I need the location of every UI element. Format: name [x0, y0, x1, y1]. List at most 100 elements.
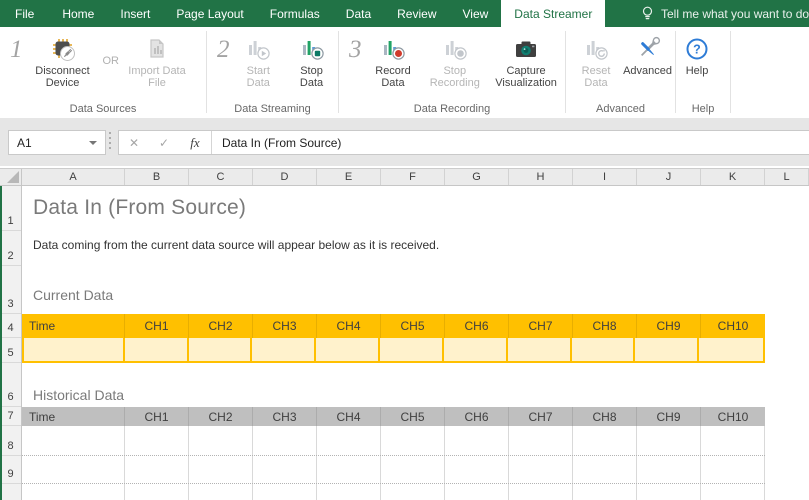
current-value-cell[interactable]: [316, 338, 380, 361]
grid-cell[interactable]: [22, 456, 125, 483]
grid-cell[interactable]: [125, 484, 189, 500]
current-header-ch6[interactable]: CH6: [445, 314, 509, 338]
row-header-2[interactable]: 2: [0, 231, 21, 266]
grid-cell[interactable]: [317, 484, 381, 500]
grid-cell[interactable]: [445, 426, 509, 455]
grid-cell[interactable]: [22, 426, 125, 455]
grid-cell[interactable]: [22, 484, 125, 500]
current-value-cell[interactable]: [699, 338, 763, 361]
tell-me-box[interactable]: Tell me what you want to do: [641, 0, 809, 27]
row-header-5[interactable]: 5: [0, 338, 21, 363]
column-header-g[interactable]: G: [445, 169, 509, 185]
historical-header-ch1[interactable]: CH1: [125, 407, 189, 426]
grid-cell[interactable]: [125, 426, 189, 455]
enter-icon[interactable]: ✓: [149, 136, 179, 150]
grid-cell[interactable]: [573, 484, 637, 500]
historical-header-time[interactable]: Time: [22, 407, 125, 426]
disconnect-device-button[interactable]: Disconnect Device: [25, 33, 101, 89]
grid-cell[interactable]: [253, 456, 317, 483]
cancel-icon[interactable]: ✕: [119, 136, 149, 150]
column-header-b[interactable]: B: [125, 169, 189, 185]
current-value-cell[interactable]: [635, 338, 699, 361]
column-header-l[interactable]: L: [765, 169, 809, 185]
grid-cell[interactable]: [317, 456, 381, 483]
name-box-dropdown-icon[interactable]: [89, 141, 97, 145]
insert-function-icon[interactable]: fx: [179, 135, 211, 151]
start-data-button[interactable]: Start Data: [232, 33, 286, 89]
current-value-cell[interactable]: [189, 338, 253, 361]
historical-header-ch6[interactable]: CH6: [445, 407, 509, 426]
grid-cell[interactable]: [189, 426, 253, 455]
grid-cell[interactable]: [189, 456, 253, 483]
grid-cell[interactable]: [637, 456, 701, 483]
current-header-ch4[interactable]: CH4: [317, 314, 381, 338]
row-header-7[interactable]: 7: [0, 407, 21, 426]
current-value-cell[interactable]: [125, 338, 189, 361]
current-header-ch2[interactable]: CH2: [189, 314, 253, 338]
current-value-cell[interactable]: [508, 338, 572, 361]
historical-header-ch3[interactable]: CH3: [253, 407, 317, 426]
tab-data-streamer[interactable]: Data Streamer: [501, 0, 605, 27]
current-value-cell[interactable]: [444, 338, 508, 361]
current-value-cell[interactable]: [24, 338, 125, 361]
row-header-4[interactable]: 4: [0, 314, 21, 338]
column-header-a[interactable]: A: [22, 169, 125, 185]
historical-header-ch4[interactable]: CH4: [317, 407, 381, 426]
historical-header-ch10[interactable]: CH10: [701, 407, 765, 426]
column-header-i[interactable]: I: [573, 169, 637, 185]
tab-file[interactable]: File: [0, 0, 49, 27]
reset-data-button[interactable]: Reset Data: [572, 33, 620, 89]
grid-cell[interactable]: [701, 484, 765, 500]
column-header-e[interactable]: E: [317, 169, 381, 185]
grid-cell[interactable]: [637, 484, 701, 500]
grid-cell[interactable]: [573, 456, 637, 483]
grid-cell[interactable]: [637, 426, 701, 455]
select-all-button[interactable]: [0, 169, 22, 185]
column-header-h[interactable]: H: [509, 169, 573, 185]
current-header-ch5[interactable]: CH5: [381, 314, 445, 338]
help-button[interactable]: ? Help: [681, 33, 713, 78]
row-header-8[interactable]: 8: [0, 426, 21, 456]
current-value-cell[interactable]: [572, 338, 636, 361]
grid-cell[interactable]: [125, 456, 189, 483]
record-data-button[interactable]: Record Data: [364, 33, 423, 89]
grid-cell[interactable]: [445, 484, 509, 500]
current-header-ch10[interactable]: CH10: [701, 314, 765, 338]
grid-cell[interactable]: [317, 426, 381, 455]
column-header-k[interactable]: K: [701, 169, 765, 185]
grid-cell[interactable]: [509, 426, 573, 455]
stop-recording-button[interactable]: Stop Recording: [422, 33, 487, 89]
name-box[interactable]: A1: [8, 130, 106, 155]
grid-cell[interactable]: [381, 484, 445, 500]
grid-cell[interactable]: [189, 484, 253, 500]
advanced-button[interactable]: Advanced: [620, 33, 675, 78]
historical-header-ch2[interactable]: CH2: [189, 407, 253, 426]
row-header-10[interactable]: [0, 484, 21, 500]
tab-view[interactable]: View: [450, 0, 502, 27]
stop-data-button[interactable]: Stop Data: [285, 33, 338, 89]
tab-formulas[interactable]: Formulas: [257, 0, 333, 27]
capture-visualization-button[interactable]: Capture Visualization: [487, 33, 565, 89]
row-header-6[interactable]: 6: [0, 363, 21, 407]
current-header-ch7[interactable]: CH7: [509, 314, 573, 338]
grid-cell[interactable]: [509, 456, 573, 483]
formula-input[interactable]: Data In (From Source): [212, 136, 809, 150]
row-header-9[interactable]: 9: [0, 456, 21, 484]
grid-cell[interactable]: [253, 426, 317, 455]
formula-bar-grip[interactable]: [109, 132, 111, 149]
column-header-f[interactable]: F: [381, 169, 445, 185]
current-header-ch3[interactable]: CH3: [253, 314, 317, 338]
historical-header-ch9[interactable]: CH9: [637, 407, 701, 426]
grid-cell[interactable]: [381, 426, 445, 455]
row-header-1[interactable]: 1: [0, 186, 21, 231]
cell-subtitle[interactable]: Data coming from the current data source…: [33, 238, 439, 252]
historical-header-ch7[interactable]: CH7: [509, 407, 573, 426]
import-data-file-button[interactable]: Import Data File: [123, 33, 191, 89]
historical-header-ch5[interactable]: CH5: [381, 407, 445, 426]
tab-data[interactable]: Data: [333, 0, 384, 27]
tab-page-layout[interactable]: Page Layout: [163, 0, 256, 27]
column-header-c[interactable]: C: [189, 169, 253, 185]
current-value-cell[interactable]: [252, 338, 316, 361]
grid-cell[interactable]: [701, 426, 765, 455]
historical-data-heading[interactable]: Historical Data: [33, 387, 124, 403]
